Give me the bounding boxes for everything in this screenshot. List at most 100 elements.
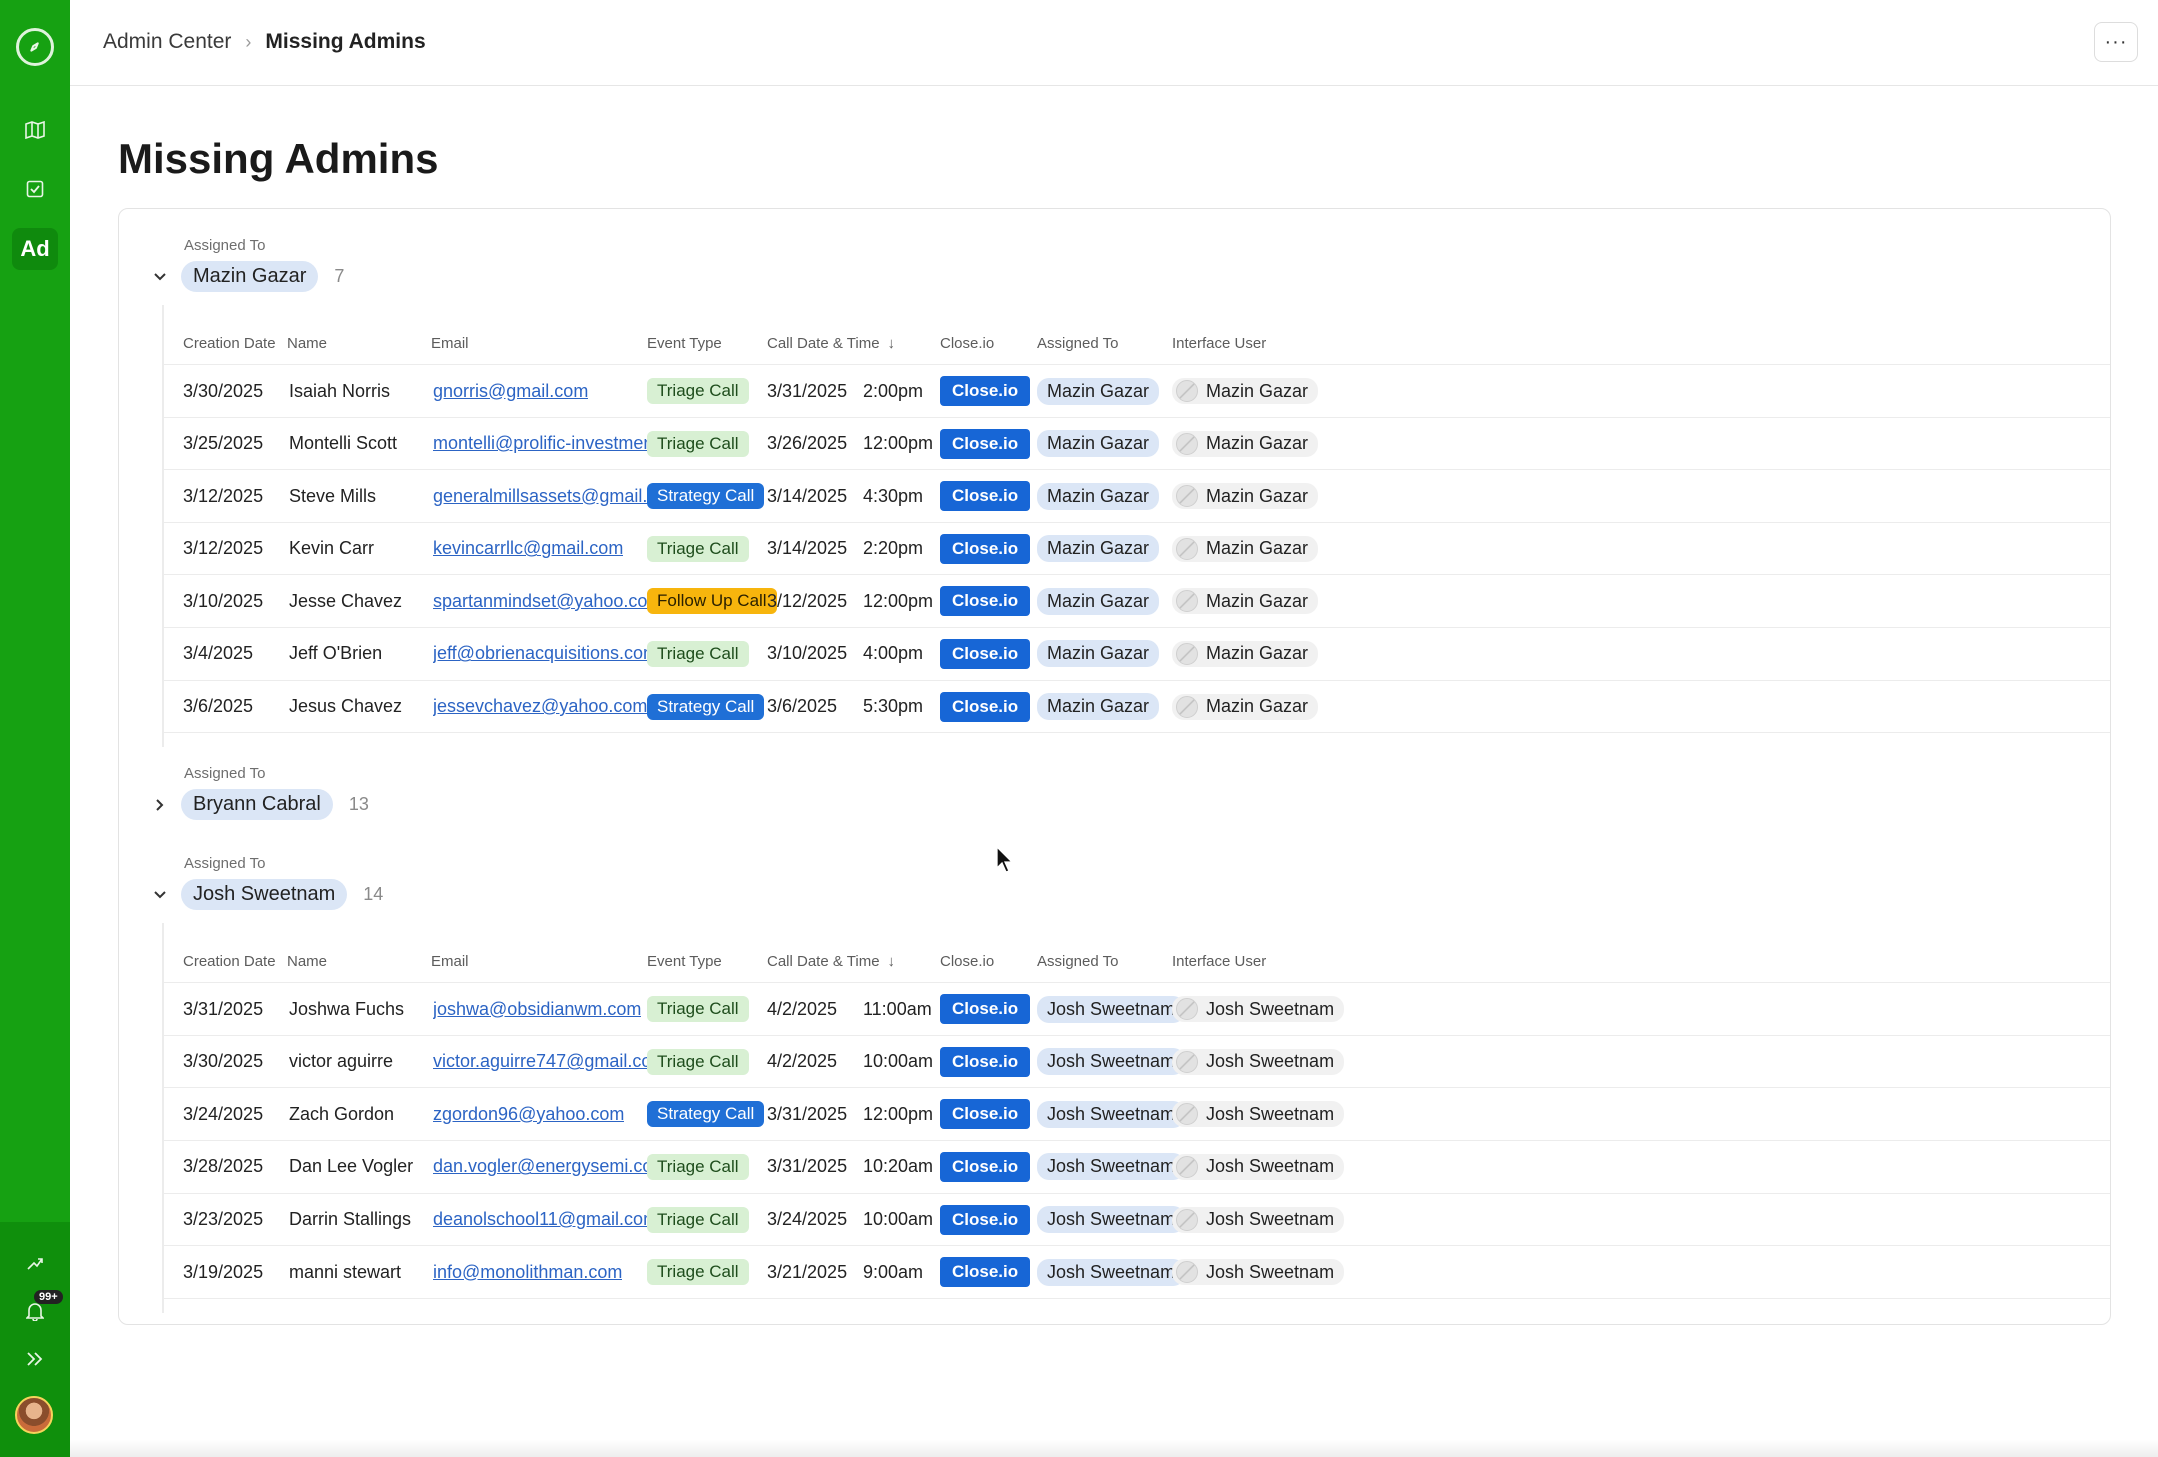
cell-creation-date: 3/12/2025 [183,470,263,522]
email-link[interactable]: zgordon96@yahoo.com [433,1104,624,1125]
user-avatar-icon [1176,1208,1198,1231]
column-header-name[interactable]: Name [287,335,327,352]
map-icon[interactable] [22,117,48,143]
closeio-button[interactable]: Close.io [940,428,1031,459]
email-link[interactable]: info@monolithman.com [433,1262,622,1283]
column-header-creation-date[interactable]: Creation Date [183,335,276,352]
closeio-button[interactable]: Close.io [940,1151,1031,1182]
closeio-button[interactable]: Close.io [940,1257,1031,1288]
column-header-interface-user[interactable]: Interface User [1172,335,1266,352]
closeio-button[interactable]: Close.io [940,376,1031,406]
table-row[interactable]: 3/19/2025 manni stewart info@monolithman.c… [164,1246,2110,1299]
breadcrumb-root[interactable]: Admin Center [103,30,231,54]
closeio-button[interactable]: Close.io [940,994,1031,1025]
email-link[interactable]: dan.vogler@energysemi.com [433,1156,667,1177]
cell-name: Zach Gordon [289,1088,394,1140]
group-header[interactable]: Bryann Cabral 13 [149,789,369,821]
column-header-interface-user[interactable]: Interface User [1172,953,1266,970]
expand-icon[interactable] [22,1346,48,1372]
group-table: Creation Date Name Email Event Type Call Dat… [164,939,2110,1299]
column-header-creation-date[interactable]: Creation Date [183,953,276,970]
page-title: Missing Admins [118,135,439,182]
sort-descending-icon[interactable]: ↓ [888,953,896,970]
column-header-assigned-to[interactable]: Assigned To [1037,335,1118,352]
event-type-tag: Triage Call [647,1048,749,1075]
column-header-call-datetime[interactable]: Call Date & Time ↓ [767,953,895,970]
cell-creation-date: 3/19/2025 [183,1246,263,1298]
email-link[interactable]: gnorris@gmail.com [433,381,588,402]
email-link[interactable]: victor.aguirre747@gmail.com [433,1051,666,1072]
interface-user-name: Josh Sweetnam [1206,1051,1335,1072]
closeio-button[interactable]: Close.io [940,533,1031,564]
closeio-button[interactable]: Close.io [940,1204,1031,1235]
closeio-button[interactable]: Close.io [940,1046,1031,1077]
chevron-right-icon[interactable] [149,794,171,816]
cell-email: jessevchavez@yahoo.com [433,681,647,733]
sort-descending-icon[interactable]: ↓ [888,335,896,352]
table-row[interactable]: 3/30/2025 victor aguirre victor.aguirre747… [164,1036,2110,1089]
email-link[interactable]: joshwa@obsidianwm.com [433,999,641,1020]
user-avatar-icon [1176,998,1198,1021]
column-header-call-datetime[interactable]: Call Date & Time ↓ [767,335,895,352]
column-header-email[interactable]: Email [431,953,469,970]
chevron-down-icon[interactable] [149,266,171,288]
checkbox-icon[interactable] [22,176,48,202]
table-row[interactable]: 3/25/2025 Montelli Scott montelli@prolific… [164,418,2110,471]
column-header-assigned-to[interactable]: Assigned To [1037,953,1118,970]
email-link[interactable]: spartanmindset@yahoo.com [433,591,662,612]
admin-nav-item[interactable]: Ad [12,228,58,270]
table-row[interactable]: 3/31/2025 Joshwa Fuchs joshwa@obsidianwm.c… [164,983,2110,1036]
cell-name: Joshwa Fuchs [289,983,404,1035]
email-link[interactable]: deanolschool11@gmail.com [433,1209,658,1230]
share-icon[interactable] [22,1250,48,1276]
lead-name: Montelli Scott [289,433,398,454]
group-field-label: Assigned To [184,765,266,783]
column-header-email[interactable]: Email [431,335,469,352]
closeio-button[interactable]: Close.io [940,481,1031,512]
table-row[interactable]: 3/10/2025 Jesse Chavez spartanmindset@yaho… [164,575,2110,628]
user-avatar[interactable] [15,1396,53,1434]
cell-assigned-to: Mazin Gazar [1037,575,1160,627]
table-row[interactable]: 3/30/2025 Isaiah Norris gnorris@gmail.com T… [164,365,2110,418]
group-table: Creation Date Name Email Event Type Call Dat… [164,321,2110,734]
table-row[interactable]: 3/12/2025 Kevin Carr kevincarrllc@gmail.co… [164,523,2110,576]
cell-assigned-to: Josh Sweetnam [1037,1141,1186,1193]
cell-assigned-to: Mazin Gazar [1037,523,1160,575]
closeio-button[interactable]: Close.io [940,1099,1031,1130]
column-header-event-type[interactable]: Event Type [647,953,722,970]
email-link[interactable]: jeff@obrienacquisitions.com [433,643,658,664]
table-row[interactable]: 3/23/2025 Darrin Stallings deanolschool11@… [164,1194,2110,1247]
closeio-button[interactable]: Close.io [940,691,1031,722]
more-options-button[interactable]: ··· [2094,22,2138,62]
table-row[interactable]: 3/28/2025 Dan Lee Vogler dan.vogler@energy… [164,1141,2110,1194]
lead-name: Isaiah Norris [289,380,391,401]
column-header-event-type[interactable]: Event Type [647,335,722,352]
cell-interface-user: Mazin Gazar [1172,418,1319,470]
email-link[interactable]: kevincarrllc@gmail.com [433,538,623,559]
chevron-down-icon[interactable] [149,884,171,906]
cell-email: victor.aguirre747@gmail.com [433,1036,666,1088]
compass-icon[interactable] [16,28,54,66]
cell-creation-date: 3/31/2025 [183,983,263,1035]
creation-date: 3/12/2025 [183,485,264,506]
table-row[interactable]: 3/4/2025 Jeff O'Brien jeff@obrienacquisiti… [164,628,2110,681]
group-header[interactable]: Josh Sweetnam 14 [149,879,383,911]
cell-closeio: Close.io [940,681,1031,733]
event-type-tag: Triage Call [647,1259,749,1286]
closeio-button[interactable]: Close.io [940,586,1031,617]
column-header-closeio[interactable]: Close.io [940,335,994,352]
group-header[interactable]: Mazin Gazar 7 [149,261,344,292]
table-row[interactable]: 3/6/2025 Jesus Chavez jessevchavez@yahoo.c… [164,681,2110,734]
table-row[interactable]: 3/12/2025 Steve Mills generalmillsassets@g… [164,470,2110,523]
column-header-closeio[interactable]: Close.io [940,953,994,970]
cell-assigned-to: Mazin Gazar [1037,418,1160,470]
call-time: 9:00am [863,1261,924,1282]
table-row[interactable]: 3/24/2025 Zach Gordon zgordon96@yahoo.com S… [164,1088,2110,1141]
column-header-name[interactable]: Name [287,953,327,970]
email-link[interactable]: generalmillsassets@gmail.com [433,486,681,507]
cell-interface-user: Josh Sweetnam [1172,983,1345,1035]
event-type-tag: Strategy Call [647,693,765,720]
email-link[interactable]: jessevchavez@yahoo.com [433,696,647,717]
closeio-button[interactable]: Close.io [940,638,1031,669]
creation-date: 3/12/2025 [183,538,264,559]
